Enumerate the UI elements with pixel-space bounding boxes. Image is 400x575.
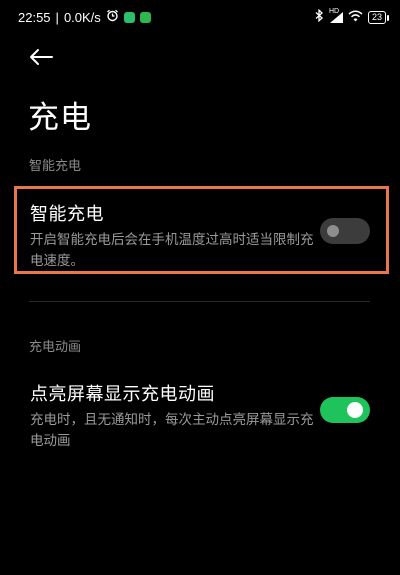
- section-header-smart-charging: 智能充电: [29, 159, 82, 174]
- status-right: HD 23: [314, 8, 390, 25]
- setting-description: 充电时，且无通知时，每次主动点亮屏幕显示充电动画: [30, 412, 314, 449]
- status-left: 22:55 | 0.0K/s: [18, 9, 151, 25]
- battery-icon: 23: [367, 10, 390, 24]
- signal-icon: HD: [328, 8, 343, 23]
- page-title: 充电: [28, 100, 92, 136]
- wechat-app-icon: [139, 11, 151, 23]
- toggle-knob: [347, 402, 363, 418]
- chat-app-icon: [123, 11, 135, 23]
- charging-animation-toggle[interactable]: [320, 397, 370, 423]
- wifi-icon: [348, 10, 363, 25]
- signal-label: HD: [328, 8, 340, 15]
- network-speed: 0.0K/s: [63, 9, 101, 25]
- alarm-icon: [106, 9, 119, 25]
- divider: [29, 301, 370, 302]
- status-time: 22:55: [18, 9, 51, 25]
- bluetooth-icon: [314, 8, 324, 25]
- back-button[interactable]: [26, 44, 56, 74]
- status-separator: |: [55, 9, 59, 25]
- section-header-charging-animation: 充电动画: [29, 340, 82, 355]
- highlight-box: [14, 186, 389, 274]
- status-bar: 22:55 | 0.0K/s HD 23: [0, 0, 400, 34]
- back-arrow-icon: [29, 48, 53, 70]
